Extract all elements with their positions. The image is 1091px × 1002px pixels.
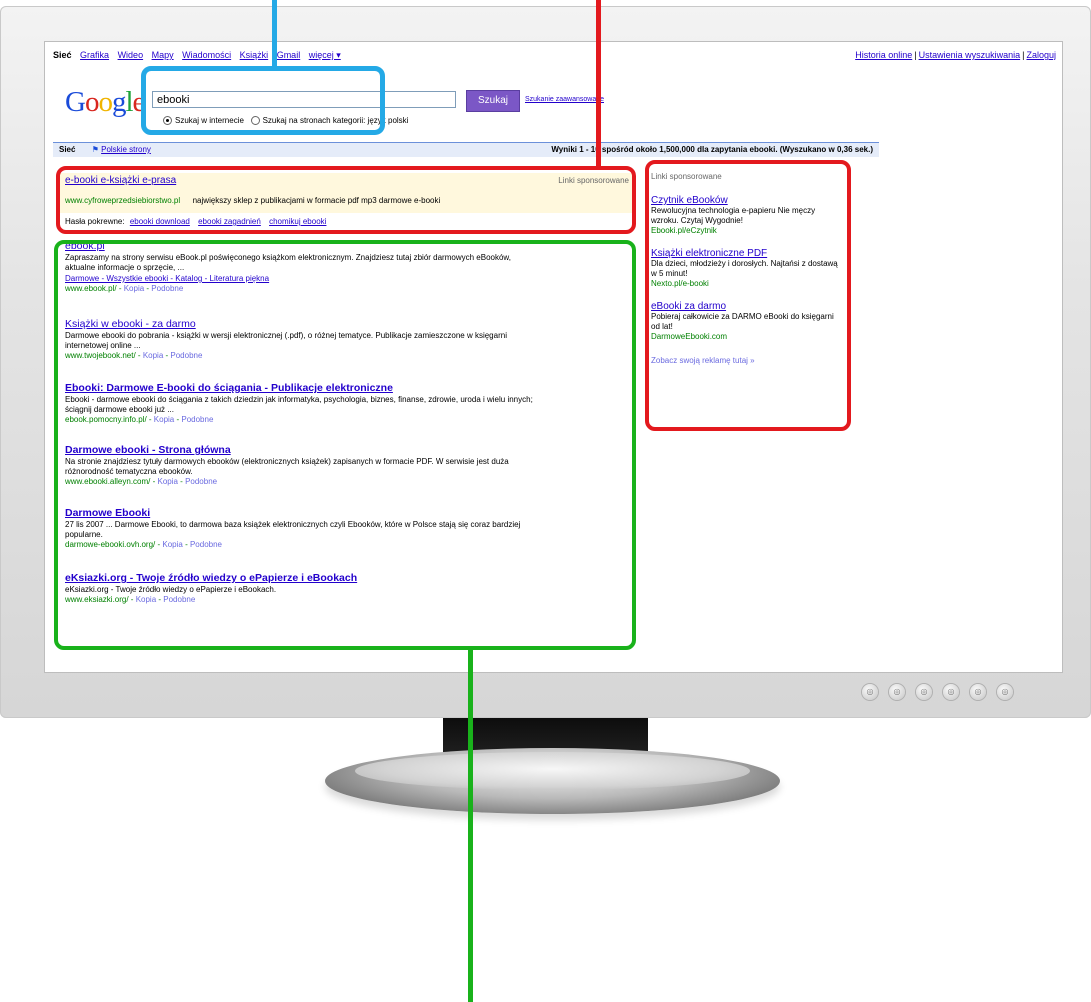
- advanced-search-link[interactable]: Szukanie zaawansowane: [525, 96, 604, 103]
- flag-icon: ⚑: [91, 145, 99, 154]
- monitor-button-6[interactable]: ◎: [997, 684, 1013, 700]
- top-nav: Sieć Grafika Wideo Mapy Wiadomości Książ…: [53, 50, 347, 61]
- annotation-line-red: [596, 0, 601, 168]
- polish-pages-link[interactable]: Polskie strony: [101, 145, 151, 154]
- nav-video[interactable]: Wideo: [118, 50, 144, 60]
- annotation-box-search: [141, 66, 385, 135]
- monitor-button-5[interactable]: ◎: [970, 684, 986, 700]
- nav-gmail[interactable]: Gmail: [277, 50, 301, 60]
- nav-images[interactable]: Grafika: [80, 50, 109, 60]
- monitor-button-4[interactable]: ◎: [943, 684, 959, 700]
- top-right-links: Historia online | Ustawienia wyszukiwania |…: [855, 50, 1056, 60]
- google-logo[interactable]: Google: [65, 86, 145, 119]
- monitor-base-top: [355, 752, 750, 790]
- search-button[interactable]: Szukaj: [466, 90, 520, 112]
- annotation-box-organic: [54, 240, 636, 650]
- info-web-label: Sieć: [59, 145, 76, 154]
- settings-link[interactable]: Ustawienia wyszukiwania: [919, 50, 1021, 60]
- nav-maps[interactable]: Mapy: [152, 50, 174, 60]
- nav-news[interactable]: Wiadomości: [182, 50, 231, 60]
- nav-more[interactable]: więcej ▾: [309, 50, 341, 60]
- annotation-line-blue: [272, 0, 277, 68]
- annotation-line-green: [468, 648, 473, 1002]
- monitor-button-1[interactable]: ◎: [862, 684, 878, 700]
- results-info-bar: Sieć ⚑ Polskie strony Wyniki 1 - 10 spoś…: [53, 142, 879, 157]
- history-link[interactable]: Historia online: [855, 50, 912, 60]
- monitor-button-2[interactable]: ◎: [889, 684, 905, 700]
- nav-web[interactable]: Sieć: [53, 50, 72, 60]
- nav-books[interactable]: Książki: [240, 50, 269, 60]
- annotation-box-right-ads: [645, 160, 851, 431]
- login-link[interactable]: Zaloguj: [1026, 50, 1056, 60]
- monitor-button-3[interactable]: ◎: [916, 684, 932, 700]
- annotation-box-top-ads: [56, 166, 636, 234]
